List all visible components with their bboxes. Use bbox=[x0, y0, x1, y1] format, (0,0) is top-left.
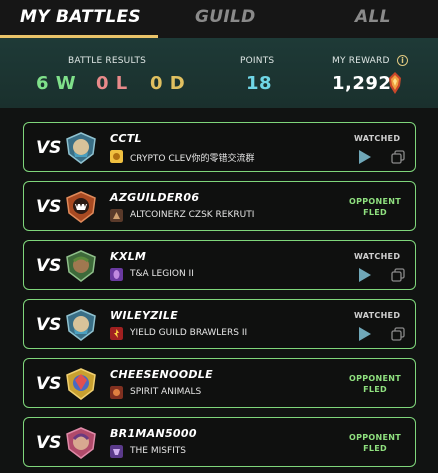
opponent-name[interactable]: AZGUILDER06 bbox=[110, 191, 199, 204]
guild-icon bbox=[110, 209, 123, 222]
guild-icon bbox=[110, 386, 123, 399]
copy-icon[interactable] bbox=[391, 268, 405, 282]
tab-all[interactable]: ALL bbox=[355, 7, 391, 27]
reward-token-icon bbox=[389, 72, 401, 94]
battle-card[interactable]: VS WILEYZILE YIELD GUILD BRAWLERS II WAT… bbox=[23, 299, 416, 349]
opponent-name[interactable]: CCTL bbox=[110, 132, 142, 145]
status-line-opponent: OPPONENT bbox=[348, 374, 402, 383]
opponent-avatar bbox=[66, 309, 96, 341]
info-icon[interactable]: i bbox=[397, 55, 408, 66]
battle-card[interactable]: VS CCTL CRYPTO CLEV你的零错交流群 WATCHED bbox=[23, 122, 416, 172]
battle-stats-panel: BATTLE RESULTS 6 W 0 L 0 D POINTS 18 MY … bbox=[0, 38, 438, 108]
reward-value: 1,292 bbox=[332, 73, 392, 94]
vs-label: VS bbox=[36, 197, 62, 217]
status-line-opponent: OPPONENT bbox=[348, 433, 402, 442]
play-icon[interactable] bbox=[359, 150, 371, 164]
opponent-avatar bbox=[66, 368, 96, 400]
status-line-fled: FLED bbox=[363, 385, 387, 394]
opponent-avatar bbox=[66, 250, 96, 282]
copy-icon[interactable] bbox=[391, 327, 405, 341]
my-reward-label: MY REWARD bbox=[332, 56, 390, 66]
tab-my-battles[interactable]: MY BATTLES bbox=[20, 7, 141, 27]
tab-guild[interactable]: GUILD bbox=[195, 7, 256, 27]
guild-icon bbox=[110, 268, 123, 281]
play-icon[interactable] bbox=[359, 268, 371, 282]
status-line-fled: FLED bbox=[363, 444, 387, 453]
opponent-name[interactable]: WILEYZILE bbox=[110, 309, 178, 322]
guild-icon bbox=[110, 327, 123, 340]
battle-tabs: MY BATTLES GUILD ALL bbox=[0, 0, 438, 38]
wins-count: 6 W bbox=[36, 73, 77, 94]
battle-card[interactable]: VS AZGUILDER06 ALTCOINERZ CZSK REKRUTI O… bbox=[23, 181, 416, 231]
vs-label: VS bbox=[36, 256, 62, 276]
copy-icon[interactable] bbox=[391, 150, 405, 164]
status-line-opponent: OPPONENT bbox=[348, 197, 402, 206]
guild-name[interactable]: SPIRIT ANIMALS bbox=[130, 387, 201, 397]
vs-label: VS bbox=[36, 433, 62, 453]
opponent-avatar bbox=[66, 132, 96, 164]
opponent-name[interactable]: KXLM bbox=[110, 250, 146, 263]
opponent-avatar bbox=[66, 427, 96, 459]
guild-name[interactable]: CRYPTO CLEV你的零错交流群 bbox=[130, 151, 254, 164]
guild-icon bbox=[110, 445, 123, 458]
battle-card[interactable]: VS BR1MAN5000 THE MISFITS OPPONENT FLED bbox=[23, 417, 416, 467]
points-value: 18 bbox=[246, 73, 273, 94]
battle-list: VS CCTL CRYPTO CLEV你的零错交流群 WATCHED VS AZ… bbox=[0, 108, 438, 473]
opponent-fled-status: OPPONENT FLED bbox=[343, 196, 407, 218]
opponent-fled-status: OPPONENT FLED bbox=[343, 373, 407, 395]
losses-count: 0 L bbox=[96, 73, 128, 94]
guild-name[interactable]: THE MISFITS bbox=[130, 446, 186, 456]
vs-label: VS bbox=[36, 315, 62, 335]
guild-name[interactable]: ALTCOINERZ CZSK REKRUTI bbox=[130, 210, 254, 220]
opponent-name[interactable]: BR1MAN5000 bbox=[110, 427, 197, 440]
watched-status: WATCHED bbox=[354, 311, 401, 320]
battle-results-label: BATTLE RESULTS bbox=[68, 56, 147, 66]
guild-name[interactable]: T&A LEGION II bbox=[130, 269, 194, 279]
guild-icon bbox=[110, 150, 123, 163]
guild-name[interactable]: YIELD GUILD BRAWLERS II bbox=[130, 328, 247, 338]
opponent-avatar bbox=[66, 191, 96, 223]
battle-card[interactable]: VS KXLM T&A LEGION II WATCHED bbox=[23, 240, 416, 290]
vs-label: VS bbox=[36, 138, 62, 158]
watched-status: WATCHED bbox=[354, 252, 401, 261]
opponent-fled-status: OPPONENT FLED bbox=[343, 432, 407, 454]
play-icon[interactable] bbox=[359, 327, 371, 341]
draws-count: 0 D bbox=[150, 73, 186, 94]
vs-label: VS bbox=[36, 374, 62, 394]
watched-status: WATCHED bbox=[354, 134, 401, 143]
opponent-name[interactable]: CHEESENOODLE bbox=[110, 368, 213, 381]
points-label: POINTS bbox=[240, 56, 275, 66]
battle-card[interactable]: VS CHEESENOODLE SPIRIT ANIMALS OPPONENT … bbox=[23, 358, 416, 408]
status-line-fled: FLED bbox=[363, 208, 387, 217]
